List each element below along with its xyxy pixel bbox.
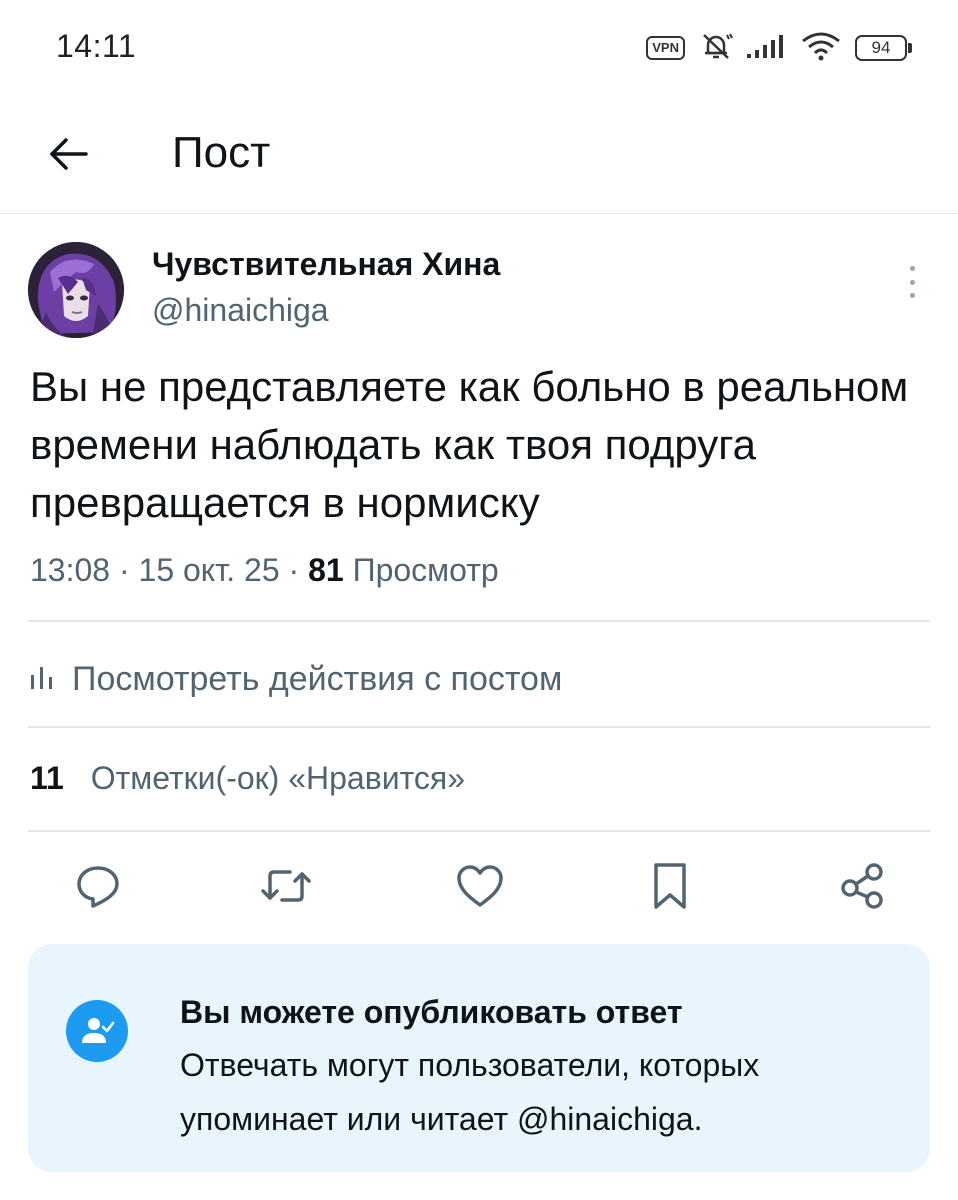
vpn-badge: VPN [646, 36, 685, 60]
muted-bell-icon [699, 31, 733, 66]
meta-separator: · [288, 552, 300, 588]
author-handle[interactable]: @hinaichiga [152, 292, 329, 329]
post-date: 15 окт. 25 [138, 552, 280, 588]
page-title: Пост [172, 128, 271, 177]
post-text: Вы не представляете как больно в реально… [30, 363, 909, 526]
status-bar: 14:11 VPN 94 [0, 0, 958, 100]
author-name[interactable]: Чувствительная Хина [152, 246, 500, 283]
post-activity-link[interactable]: Посмотреть действия с постом [30, 654, 562, 704]
more-options-button[interactable] [898, 262, 926, 302]
user-check-icon [66, 1000, 128, 1062]
header: Пост [0, 100, 958, 214]
reply-button[interactable] [68, 858, 128, 918]
divider [28, 830, 930, 832]
reply-restriction-title: Вы можете опубликовать ответ [180, 994, 683, 1030]
post-time: 13:08 [30, 552, 111, 588]
avatar[interactable] [28, 242, 124, 338]
like-button[interactable] [450, 858, 510, 918]
likes-count: 11 [30, 760, 64, 796]
wifi-icon [801, 31, 841, 66]
post-actions [0, 858, 958, 918]
retweet-icon [260, 862, 312, 915]
bookmark-icon [650, 861, 690, 916]
status-time: 14:11 [56, 28, 137, 64]
retweet-button[interactable] [256, 858, 316, 918]
share-button[interactable] [832, 858, 892, 918]
battery-icon: 94 [855, 35, 912, 61]
more-dot [909, 266, 915, 271]
share-icon [838, 862, 886, 915]
meta-separator: · [118, 552, 130, 588]
views-label: Просмотр [352, 552, 499, 588]
back-button[interactable] [40, 128, 96, 184]
analytics-icon [30, 663, 54, 696]
reply-restriction-description: Отвечать могут пользователи, которых упо… [180, 1047, 760, 1137]
divider [28, 726, 930, 728]
bookmark-button[interactable] [640, 858, 700, 918]
more-dot [909, 293, 915, 298]
likes-label: Отметки(-ок) «Нравится» [90, 760, 465, 796]
more-dot [909, 279, 915, 285]
post-meta: 13:08 · 15 окт. 25 · 81 Просмотр [30, 552, 499, 589]
likes-row[interactable]: 11 Отметки(-ок) «Нравится» [30, 760, 465, 797]
signal-icon [747, 32, 787, 65]
arrow-left-icon [46, 136, 90, 177]
battery-level: 94 [855, 35, 907, 61]
status-icons: VPN 94 [646, 30, 912, 66]
reply-icon [74, 862, 122, 915]
reply-restriction-card: Вы можете опубликовать ответ Отвечать мо… [28, 944, 930, 1172]
activity-label: Посмотреть действия с постом [72, 659, 563, 698]
divider [28, 620, 930, 622]
views-count: 81 [308, 552, 344, 588]
like-icon [455, 863, 505, 914]
battery-tip [908, 43, 912, 53]
